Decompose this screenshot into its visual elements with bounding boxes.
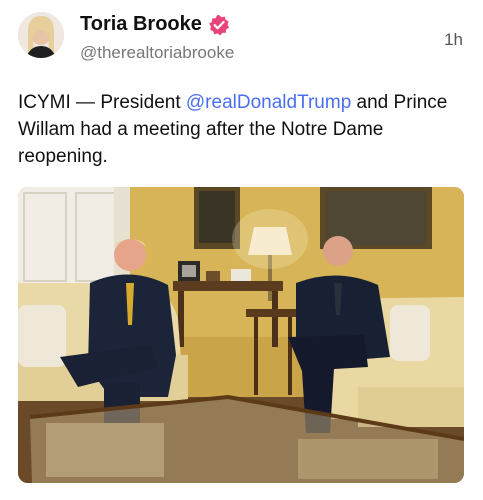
post-time: 1h <box>444 30 463 49</box>
author-name[interactable]: Toria Brooke <box>80 13 202 36</box>
verified-badge-icon <box>208 14 230 36</box>
post-card: Toria Brooke @therealtoriabrooke 1h ICYM… <box>0 0 483 500</box>
author-handle[interactable]: @therealtoriabrooke <box>80 43 234 63</box>
post-text: ICYMI — President @realDonaldTrump and P… <box>18 89 468 170</box>
author-name-row[interactable]: Toria Brooke <box>80 13 230 36</box>
post-photo[interactable] <box>18 187 464 483</box>
post-text-intro: ICYMI — President <box>18 92 186 113</box>
avatar[interactable] <box>18 12 64 58</box>
mention-link[interactable]: @realDonaldTrump <box>186 92 351 113</box>
